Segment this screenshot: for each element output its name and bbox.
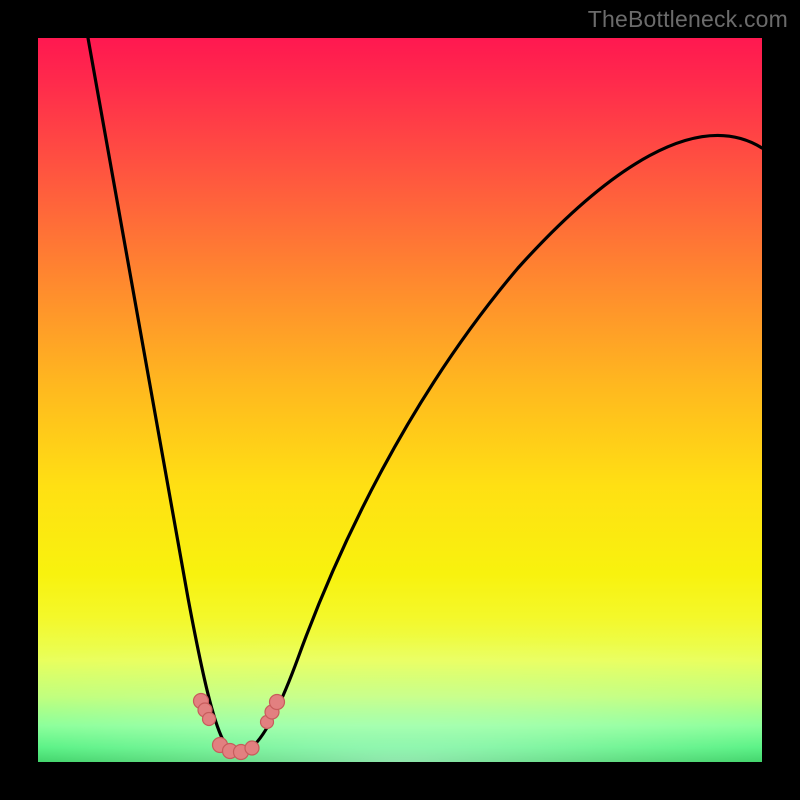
marker-cluster — [194, 694, 285, 760]
curve-svg — [38, 38, 762, 762]
bead — [223, 744, 238, 759]
bead — [261, 716, 274, 729]
bead — [245, 741, 259, 755]
bead — [270, 695, 285, 710]
bead — [198, 703, 212, 717]
bottleneck-curve — [88, 38, 762, 752]
bead — [213, 738, 228, 753]
bead — [234, 745, 249, 760]
bead — [203, 713, 216, 726]
chart-frame: TheBottleneck.com — [0, 0, 800, 800]
bead — [194, 694, 209, 709]
bottom-glow — [38, 592, 762, 762]
plot-area — [38, 38, 762, 762]
watermark-text: TheBottleneck.com — [588, 6, 788, 33]
bead — [265, 705, 279, 719]
